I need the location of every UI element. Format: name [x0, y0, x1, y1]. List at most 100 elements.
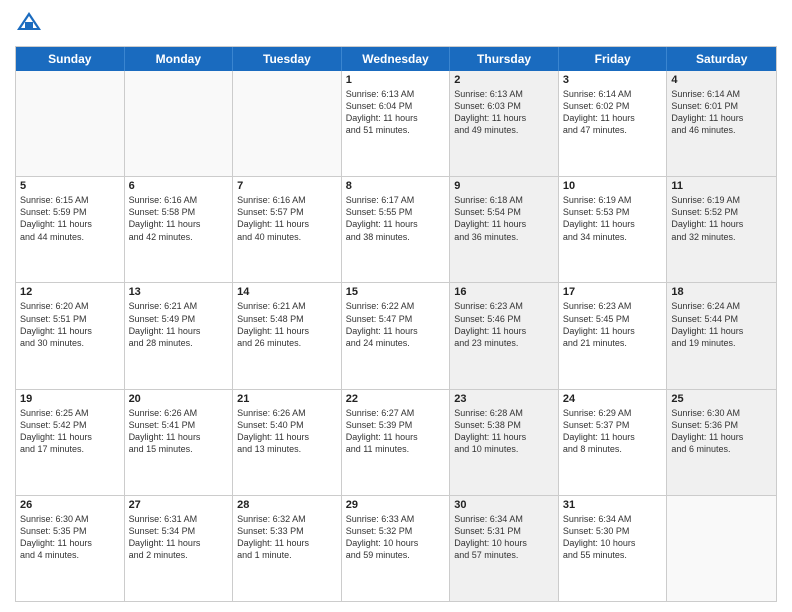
calendar-body: 1Sunrise: 6:13 AM Sunset: 6:04 PM Daylig…: [16, 71, 776, 601]
day-info: Sunrise: 6:16 AM Sunset: 5:57 PM Dayligh…: [237, 194, 337, 243]
day-cell-19: 19Sunrise: 6:25 AM Sunset: 5:42 PM Dayli…: [16, 390, 125, 495]
day-cell-2: 2 Sunrise: 6:13 AM Sunset: 6:03 PM Daylig…: [450, 71, 559, 176]
day-info: Sunrise: 6:14 AM Sunset: 6:02 PM Dayligh…: [563, 88, 663, 137]
calendar: SundayMondayTuesdayWednesdayThursdayFrid…: [15, 46, 777, 602]
day-info: Sunrise: 6:18 AM Sunset: 5:54 PM Dayligh…: [454, 194, 554, 243]
day-info: Sunrise: 6:30 AM Sunset: 5:36 PM Dayligh…: [671, 407, 772, 456]
day-cell-31: 31 Sunrise: 6:34 AM Sunset: 5:30 PM Dayli…: [559, 496, 668, 601]
day-cell-25: 25 Sunrise: 6:30 AM Sunset: 5:36 PM Dayli…: [667, 390, 776, 495]
day-info: Sunrise: 6:19 AM Sunset: 5:52 PM Dayligh…: [671, 194, 772, 243]
day-number: 31: [563, 499, 663, 511]
day-info: Sunrise: 6:34 AM Sunset: 5:30 PM Dayligh…: [563, 513, 663, 562]
day-number: 27: [129, 499, 229, 511]
day-of-week-saturday: Saturday: [667, 47, 776, 71]
day-number: 20: [129, 393, 229, 405]
day-number: 15: [346, 286, 446, 298]
day-info: Sunrise: 6:21 AM Sunset: 5:49 PM Dayligh…: [129, 300, 229, 349]
day-info: Sunrise: 6:20 AM Sunset: 5:51 PM Dayligh…: [20, 300, 120, 349]
day-of-week-thursday: Thursday: [450, 47, 559, 71]
day-number: 23: [454, 393, 554, 405]
day-cell-6: 6 Sunrise: 6:16 AM Sunset: 5:58 PM Daylig…: [125, 177, 234, 282]
day-number: 18: [671, 286, 772, 298]
day-number: 6: [129, 180, 229, 192]
empty-cell-4-6: [667, 496, 776, 601]
day-cell-15: 15Sunrise: 6:22 AM Sunset: 5:47 PM Dayli…: [342, 283, 451, 388]
day-cell-28: 28Sunrise: 6:32 AM Sunset: 5:33 PM Dayli…: [233, 496, 342, 601]
calendar-row-4: 26 Sunrise: 6:30 AM Sunset: 5:35 PM Dayli…: [16, 496, 776, 601]
day-info: Sunrise: 6:14 AM Sunset: 6:01 PM Dayligh…: [671, 88, 772, 137]
calendar-row-1: 5 Sunrise: 6:15 AM Sunset: 5:59 PM Daylig…: [16, 177, 776, 283]
day-info: Sunrise: 6:27 AM Sunset: 5:39 PM Dayligh…: [346, 407, 446, 456]
day-info: Sunrise: 6:34 AM Sunset: 5:31 PM Dayligh…: [454, 513, 554, 562]
day-info: Sunrise: 6:24 AM Sunset: 5:44 PM Dayligh…: [671, 300, 772, 349]
day-cell-13: 13 Sunrise: 6:21 AM Sunset: 5:49 PM Dayli…: [125, 283, 234, 388]
day-cell-12: 12 Sunrise: 6:20 AM Sunset: 5:51 PM Dayli…: [16, 283, 125, 388]
day-info: Sunrise: 6:21 AM Sunset: 5:48 PM Dayligh…: [237, 300, 337, 349]
day-cell-18: 18 Sunrise: 6:24 AM Sunset: 5:44 PM Dayli…: [667, 283, 776, 388]
day-info: Sunrise: 6:13 AM Sunset: 6:03 PM Dayligh…: [454, 88, 554, 137]
day-number: 25: [671, 393, 772, 405]
day-cell-4: 4Sunrise: 6:14 AM Sunset: 6:01 PM Daylig…: [667, 71, 776, 176]
day-info: Sunrise: 6:31 AM Sunset: 5:34 PM Dayligh…: [129, 513, 229, 562]
empty-cell-0-0: [16, 71, 125, 176]
day-info: Sunrise: 6:17 AM Sunset: 5:55 PM Dayligh…: [346, 194, 446, 243]
day-of-week-monday: Monday: [125, 47, 234, 71]
day-number: 26: [20, 499, 120, 511]
calendar-row-0: 1Sunrise: 6:13 AM Sunset: 6:04 PM Daylig…: [16, 71, 776, 177]
day-of-week-wednesday: Wednesday: [342, 47, 451, 71]
day-cell-17: 17 Sunrise: 6:23 AM Sunset: 5:45 PM Dayli…: [559, 283, 668, 388]
day-number: 14: [237, 286, 337, 298]
day-cell-14: 14 Sunrise: 6:21 AM Sunset: 5:48 PM Dayli…: [233, 283, 342, 388]
day-info: Sunrise: 6:25 AM Sunset: 5:42 PM Dayligh…: [20, 407, 120, 456]
day-number: 2: [454, 74, 554, 86]
header: [15, 10, 777, 38]
day-of-week-tuesday: Tuesday: [233, 47, 342, 71]
day-cell-22: 22 Sunrise: 6:27 AM Sunset: 5:39 PM Dayli…: [342, 390, 451, 495]
day-info: Sunrise: 6:23 AM Sunset: 5:45 PM Dayligh…: [563, 300, 663, 349]
day-info: Sunrise: 6:16 AM Sunset: 5:58 PM Dayligh…: [129, 194, 229, 243]
day-number: 17: [563, 286, 663, 298]
empty-cell-0-1: [125, 71, 234, 176]
day-cell-21: 21 Sunrise: 6:26 AM Sunset: 5:40 PM Dayli…: [233, 390, 342, 495]
day-info: Sunrise: 6:32 AM Sunset: 5:33 PM Dayligh…: [237, 513, 337, 562]
calendar-row-2: 12 Sunrise: 6:20 AM Sunset: 5:51 PM Dayli…: [16, 283, 776, 389]
empty-cell-0-2: [233, 71, 342, 176]
day-info: Sunrise: 6:19 AM Sunset: 5:53 PM Dayligh…: [563, 194, 663, 243]
day-info: Sunrise: 6:15 AM Sunset: 5:59 PM Dayligh…: [20, 194, 120, 243]
day-number: 29: [346, 499, 446, 511]
day-info: Sunrise: 6:30 AM Sunset: 5:35 PM Dayligh…: [20, 513, 120, 562]
calendar-row-3: 19Sunrise: 6:25 AM Sunset: 5:42 PM Dayli…: [16, 390, 776, 496]
day-cell-5: 5 Sunrise: 6:15 AM Sunset: 5:59 PM Daylig…: [16, 177, 125, 282]
day-cell-30: 30 Sunrise: 6:34 AM Sunset: 5:31 PM Dayli…: [450, 496, 559, 601]
day-info: Sunrise: 6:13 AM Sunset: 6:04 PM Dayligh…: [346, 88, 446, 137]
day-of-week-friday: Friday: [559, 47, 668, 71]
day-info: Sunrise: 6:33 AM Sunset: 5:32 PM Dayligh…: [346, 513, 446, 562]
day-info: Sunrise: 6:29 AM Sunset: 5:37 PM Dayligh…: [563, 407, 663, 456]
day-cell-26: 26 Sunrise: 6:30 AM Sunset: 5:35 PM Dayli…: [16, 496, 125, 601]
day-number: 7: [237, 180, 337, 192]
day-cell-23: 23Sunrise: 6:28 AM Sunset: 5:38 PM Dayli…: [450, 390, 559, 495]
calendar-header: SundayMondayTuesdayWednesdayThursdayFrid…: [16, 47, 776, 71]
logo: [15, 10, 47, 38]
day-cell-8: 8 Sunrise: 6:17 AM Sunset: 5:55 PM Daylig…: [342, 177, 451, 282]
logo-icon: [15, 10, 43, 38]
day-number: 5: [20, 180, 120, 192]
day-number: 21: [237, 393, 337, 405]
day-cell-9: 9Sunrise: 6:18 AM Sunset: 5:54 PM Daylig…: [450, 177, 559, 282]
day-number: 8: [346, 180, 446, 192]
day-number: 11: [671, 180, 772, 192]
day-number: 12: [20, 286, 120, 298]
day-info: Sunrise: 6:26 AM Sunset: 5:41 PM Dayligh…: [129, 407, 229, 456]
day-number: 10: [563, 180, 663, 192]
day-info: Sunrise: 6:26 AM Sunset: 5:40 PM Dayligh…: [237, 407, 337, 456]
day-number: 22: [346, 393, 446, 405]
day-number: 13: [129, 286, 229, 298]
day-cell-10: 10 Sunrise: 6:19 AM Sunset: 5:53 PM Dayli…: [559, 177, 668, 282]
day-cell-29: 29 Sunrise: 6:33 AM Sunset: 5:32 PM Dayli…: [342, 496, 451, 601]
day-number: 3: [563, 74, 663, 86]
day-cell-24: 24Sunrise: 6:29 AM Sunset: 5:37 PM Dayli…: [559, 390, 668, 495]
day-info: Sunrise: 6:23 AM Sunset: 5:46 PM Dayligh…: [454, 300, 554, 349]
day-cell-1: 1Sunrise: 6:13 AM Sunset: 6:04 PM Daylig…: [342, 71, 451, 176]
day-cell-20: 20 Sunrise: 6:26 AM Sunset: 5:41 PM Dayli…: [125, 390, 234, 495]
day-number: 30: [454, 499, 554, 511]
